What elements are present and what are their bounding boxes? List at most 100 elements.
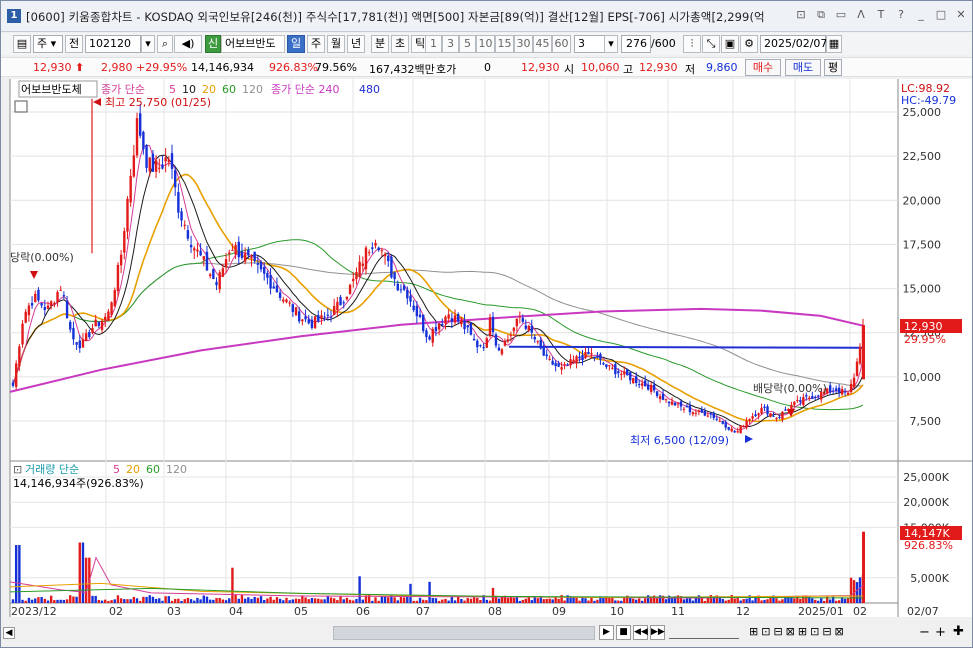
close-icon[interactable]: ✕ <box>954 8 968 22</box>
minute-45-button[interactable]: 45 <box>533 35 552 53</box>
market-select[interactable]: 주 ▾ <box>33 35 63 53</box>
buy-button[interactable]: 매수 <box>745 59 781 76</box>
period-2-button[interactable]: 월 <box>327 35 345 53</box>
pyeong-button[interactable]: 평 <box>824 59 842 76</box>
menu-icon[interactable]: ▤ <box>13 35 31 53</box>
volume-bar <box>418 597 422 603</box>
candle-body <box>849 383 853 392</box>
candle-body <box>202 256 205 260</box>
candle-body <box>652 384 656 391</box>
stock-chart[interactable]: 25,00022,50020,00017,50015,00012,50010,0… <box>1 79 972 645</box>
candle-body <box>18 346 21 367</box>
minute-5-button[interactable]: 5 <box>459 35 476 53</box>
line-tool-icon[interactable]: ⤡ <box>702 35 720 53</box>
minute-1-button[interactable]: 1 <box>425 35 442 53</box>
search-icon[interactable]: ⌕ <box>157 35 173 53</box>
stop-icon[interactable]: ■ <box>616 625 631 640</box>
candle-body <box>457 314 460 322</box>
candle-body <box>224 259 228 268</box>
volume-bar <box>237 598 240 603</box>
volume-bar <box>444 598 447 603</box>
candle-body <box>817 395 820 397</box>
candle-body <box>685 406 689 408</box>
forward-icon[interactable]: ▶▶ <box>650 625 665 640</box>
period-3-button[interactable]: 년 <box>347 35 365 53</box>
volume-bar <box>463 600 466 603</box>
window-link-icon[interactable]: ⊡ <box>794 8 808 22</box>
candle-body <box>240 251 244 258</box>
volume-bar <box>742 599 745 603</box>
indicator-icon[interactable]: ⫶ <box>683 35 701 53</box>
date-input[interactable]: 2025/02/07 <box>760 35 827 53</box>
volume-bar <box>691 600 695 603</box>
candle-body <box>846 392 850 395</box>
settings-gear-icon[interactable]: ⚙ <box>740 35 758 53</box>
tick-select[interactable]: 3 <box>574 35 606 53</box>
tool-icon-3[interactable]: ⊟ <box>773 625 782 638</box>
tool-icon-8[interactable]: ⊠ <box>835 625 844 638</box>
window-tile-icon[interactable]: ▭ <box>834 8 848 22</box>
tick-dropdown-icon[interactable]: ▾ <box>604 35 618 53</box>
jeon-button[interactable]: 전 <box>65 35 83 53</box>
volume-bar <box>24 600 27 603</box>
minute-10-button[interactable]: 10 <box>476 35 495 53</box>
candle-body <box>186 230 190 239</box>
period-5-button[interactable]: 초 <box>391 35 409 53</box>
volume-bar <box>119 598 123 603</box>
window-copy-icon[interactable]: ⧉ <box>814 8 828 22</box>
volume-bar <box>65 599 69 603</box>
tool-icon-1[interactable]: ⊞ <box>749 625 758 638</box>
tool-icon-5[interactable]: ⊞ <box>798 625 807 638</box>
period-4-button[interactable]: 분 <box>371 35 389 53</box>
window-t-icon[interactable]: T <box>874 8 888 22</box>
tool-icon-6[interactable]: ⊡ <box>810 625 819 638</box>
period-1-button[interactable]: 주 <box>307 35 325 53</box>
help-icon[interactable]: ? <box>894 8 908 22</box>
candle-body <box>643 380 647 387</box>
zoom-in-icon[interactable]: + <box>935 625 946 640</box>
candle-body <box>793 401 796 406</box>
volume-bar <box>425 600 428 603</box>
minimize-icon[interactable]: _ <box>914 8 928 22</box>
volume-bar <box>269 596 272 603</box>
volume-bar <box>342 599 345 603</box>
ma480-line <box>508 345 864 349</box>
tool-icon-4[interactable]: ⊠ <box>786 625 795 638</box>
volume-bar <box>81 542 85 603</box>
volume-bar <box>329 597 333 603</box>
sound-icon[interactable]: ◀) <box>174 35 202 53</box>
tool-icon-2[interactable]: ⊡ <box>761 625 770 638</box>
candle-body <box>371 247 374 249</box>
save-icon[interactable]: ▣ <box>721 35 739 53</box>
stock-code-input[interactable]: 102120 <box>85 35 141 53</box>
count-input[interactable]: 276 <box>621 35 651 53</box>
volume-value: 14,146,934주(926.83%) <box>13 477 144 490</box>
play-icon[interactable]: ▶ <box>599 625 614 640</box>
maximize-icon[interactable]: □ <box>934 8 948 22</box>
candle-body <box>605 364 608 368</box>
scroll-left-icon[interactable]: ◀ <box>3 627 15 639</box>
x-axis-label: 04 <box>229 605 243 618</box>
minute-15-button[interactable]: 15 <box>495 35 514 53</box>
cross-icon[interactable]: ✚ <box>953 624 964 639</box>
candle-body <box>736 431 739 433</box>
scroll-thumb[interactable] <box>333 626 595 640</box>
tool-icon-7[interactable]: ⊟ <box>822 625 831 638</box>
period-0-button[interactable]: 일 <box>287 35 305 53</box>
sell-button[interactable]: 매도 <box>785 59 821 76</box>
zoom-slider[interactable] <box>669 627 739 639</box>
minute-3-button[interactable]: 3 <box>442 35 459 53</box>
candle-body <box>730 428 733 432</box>
code-dropdown-icon[interactable]: ▾ <box>141 35 155 53</box>
window-tool-icon[interactable]: ᐱ <box>854 8 868 22</box>
candle-body <box>712 413 715 418</box>
candle-body <box>364 247 368 270</box>
volume-bar <box>849 577 853 603</box>
zoom-out-icon[interactable]: − <box>919 625 930 640</box>
candle-body <box>208 274 212 277</box>
candle-body <box>135 118 139 156</box>
rewind-icon[interactable]: ◀◀ <box>633 625 648 640</box>
minute-30-button[interactable]: 30 <box>514 35 533 53</box>
minute-60-button[interactable]: 60 <box>552 35 571 53</box>
calendar-icon[interactable]: ▦ <box>826 35 842 53</box>
